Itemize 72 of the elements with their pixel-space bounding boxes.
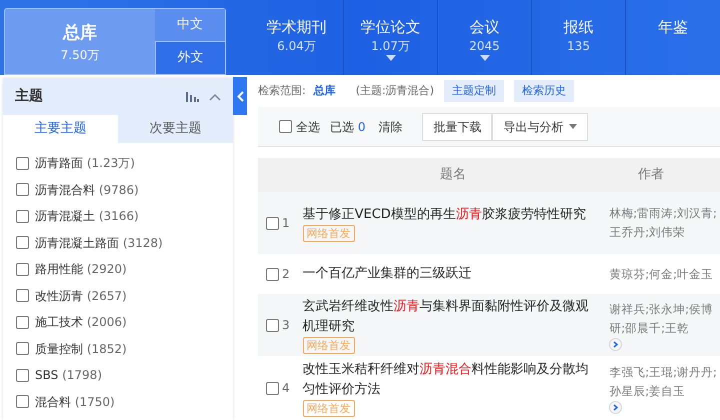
checkbox[interactable] xyxy=(16,395,29,408)
row-checkbox[interactable] xyxy=(266,268,279,280)
facet-item[interactable]: SBS (1798) xyxy=(35,366,102,384)
checkbox[interactable] xyxy=(16,342,29,356)
expand-icon[interactable] xyxy=(609,338,622,350)
collapse-icon[interactable] xyxy=(209,92,221,100)
select-all-label[interactable]: 全选 xyxy=(296,118,320,136)
status-badge: 网络首发 xyxy=(302,224,355,242)
database-tab[interactable]: 报纸 135 xyxy=(532,0,626,75)
facet-item[interactable]: 质量控制 (1852) xyxy=(35,340,127,358)
row-checkbox[interactable] xyxy=(266,216,279,230)
expand-icon[interactable] xyxy=(609,400,622,414)
article-title[interactable]: 一个百亿产业集群的三级跃迁 xyxy=(302,264,472,284)
facet-item[interactable]: 改性沥青 (2657) xyxy=(35,286,127,305)
database-tab[interactable]: 会议 2045 xyxy=(438,0,532,75)
facet-item[interactable]: 路用性能 (2920) xyxy=(35,260,127,278)
checkbox[interactable] xyxy=(16,210,29,223)
facet-item[interactable]: 沥青路面 (1.23万) xyxy=(35,154,135,172)
db-name: 总库 xyxy=(63,22,97,45)
checkbox[interactable] xyxy=(16,368,29,382)
bar-chart-icon[interactable] xyxy=(186,92,199,102)
sidebar-toggle[interactable] xyxy=(233,77,247,115)
checkbox[interactable] xyxy=(16,289,29,302)
status-badge: 网络首发 xyxy=(302,400,355,416)
row-number: 2 xyxy=(282,266,290,283)
checkbox[interactable] xyxy=(16,183,29,196)
toolbar-button[interactable]: 导出与分析 xyxy=(492,112,588,140)
facet-item[interactable]: 沥青混凝土 (3166) xyxy=(35,207,139,226)
article-title[interactable]: 玄武岩纤维改性沥青与集料界面黏附性评价及微观机理研究 xyxy=(302,296,600,336)
facet-item[interactable]: 施工技术 (2006) xyxy=(35,313,127,332)
row-checkbox[interactable] xyxy=(266,382,279,394)
row-number: 4 xyxy=(282,380,290,397)
column-header: 作者 xyxy=(638,166,664,184)
caret-icon xyxy=(480,55,490,61)
scope-database[interactable]: 总库 xyxy=(314,82,336,100)
database-tab[interactable]: 学位论文 1.07万 xyxy=(344,0,438,75)
language-tab[interactable]: 外文 xyxy=(155,41,225,74)
author-list: 黄琼芬;何金;叶金玉 xyxy=(609,264,713,284)
row-number: 3 xyxy=(282,317,290,334)
facet-item[interactable]: 混合料 (1750) xyxy=(35,392,115,411)
chevron-left-icon xyxy=(236,90,244,102)
row-number: 1 xyxy=(282,215,290,232)
checkbox[interactable] xyxy=(16,236,29,250)
caret-icon xyxy=(386,55,396,61)
facet-tab[interactable]: 次要主题 xyxy=(118,115,233,143)
article-title[interactable]: 改性玉米秸秆纤维对沥青混合料性能影响及分散均匀性评价方法 xyxy=(302,360,600,400)
facet-title: 主题 xyxy=(15,86,44,106)
selected-label: 已选 0 xyxy=(330,118,366,136)
query-text: (主题:沥青混合) xyxy=(356,82,434,99)
status-badge: 网络首发 xyxy=(302,336,355,354)
caret-icon xyxy=(569,124,578,129)
author-list: 谢祥兵;张永坤;侯博研;邵晨千;王乾 xyxy=(609,300,720,338)
author-list: 李强飞;王琨;谢丹丹;孙星辰;姜自玉 xyxy=(609,362,720,400)
column-header: 题名 xyxy=(439,166,467,184)
select-all-checkbox[interactable] xyxy=(279,120,292,133)
checkbox[interactable] xyxy=(16,156,29,170)
scope-label: 检索范围: xyxy=(258,82,306,99)
checkbox[interactable] xyxy=(16,262,29,276)
clear-link[interactable]: 清除 xyxy=(378,118,402,136)
article-title[interactable]: 基于修正VECD模型的再生沥青胶浆疲劳特性研究 xyxy=(302,204,586,224)
facet-item[interactable]: 沥青混合料 (9786) xyxy=(35,180,139,199)
main-db-tab[interactable]: 总库 7.50万 中文 外文 xyxy=(4,8,226,75)
database-tab[interactable]: 学术期刊 6.04万 xyxy=(250,0,344,75)
checkbox[interactable] xyxy=(16,316,29,329)
facet-item[interactable]: 沥青混凝土路面 (3128) xyxy=(35,234,163,252)
toolbar-button[interactable]: 批量下载 xyxy=(422,112,492,140)
scope-button[interactable]: 检索历史 xyxy=(514,80,574,102)
database-tab[interactable]: 年鉴 xyxy=(626,0,720,75)
row-checkbox[interactable] xyxy=(266,318,279,332)
scope-button[interactable]: 主题定制 xyxy=(444,80,504,102)
author-list: 林梅;雷雨涛;刘汉青;王乔丹;刘伟荣 xyxy=(609,204,720,242)
db-count: 7.50万 xyxy=(60,47,100,64)
